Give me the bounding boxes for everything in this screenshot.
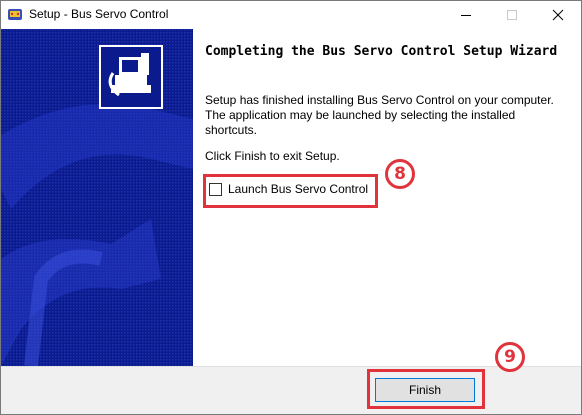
installer-app-icon: [7, 6, 23, 22]
finish-button[interactable]: Finish: [375, 378, 475, 402]
launch-checkbox-label[interactable]: Launch Bus Servo Control: [228, 182, 368, 196]
wizard-heading: Completing the Bus Servo Control Setup W…: [205, 44, 558, 59]
wizard-button-bar: [1, 366, 581, 414]
install-complete-text: Setup has finished installing Bus Servo …: [205, 93, 554, 137]
maximize-button[interactable]: [489, 1, 535, 29]
title-bar[interactable]: Setup - Bus Servo Control: [1, 1, 581, 29]
window-title: Setup - Bus Servo Control: [29, 7, 169, 21]
launch-checkbox[interactable]: Launch Bus Servo Control: [209, 179, 368, 199]
close-icon: [552, 9, 564, 21]
wizard-content: Completing the Bus Servo Control Setup W…: [193, 29, 581, 366]
setup-window: Setup - Bus Servo Control Completing the…: [0, 0, 582, 415]
wizard-side-banner: [1, 29, 193, 366]
wizard-banner-artwork: [1, 29, 193, 366]
close-button[interactable]: [535, 1, 581, 29]
minimize-button[interactable]: [443, 1, 489, 29]
install-computer-icon: [99, 45, 163, 109]
exit-instruction-text: Click Finish to exit Setup.: [205, 149, 340, 163]
step-8-badge: 8: [385, 159, 415, 189]
launch-checkbox-box[interactable]: [209, 182, 222, 196]
maximize-icon: [507, 10, 517, 20]
step-9-badge: 9: [495, 342, 525, 372]
minimize-icon: [461, 15, 471, 16]
